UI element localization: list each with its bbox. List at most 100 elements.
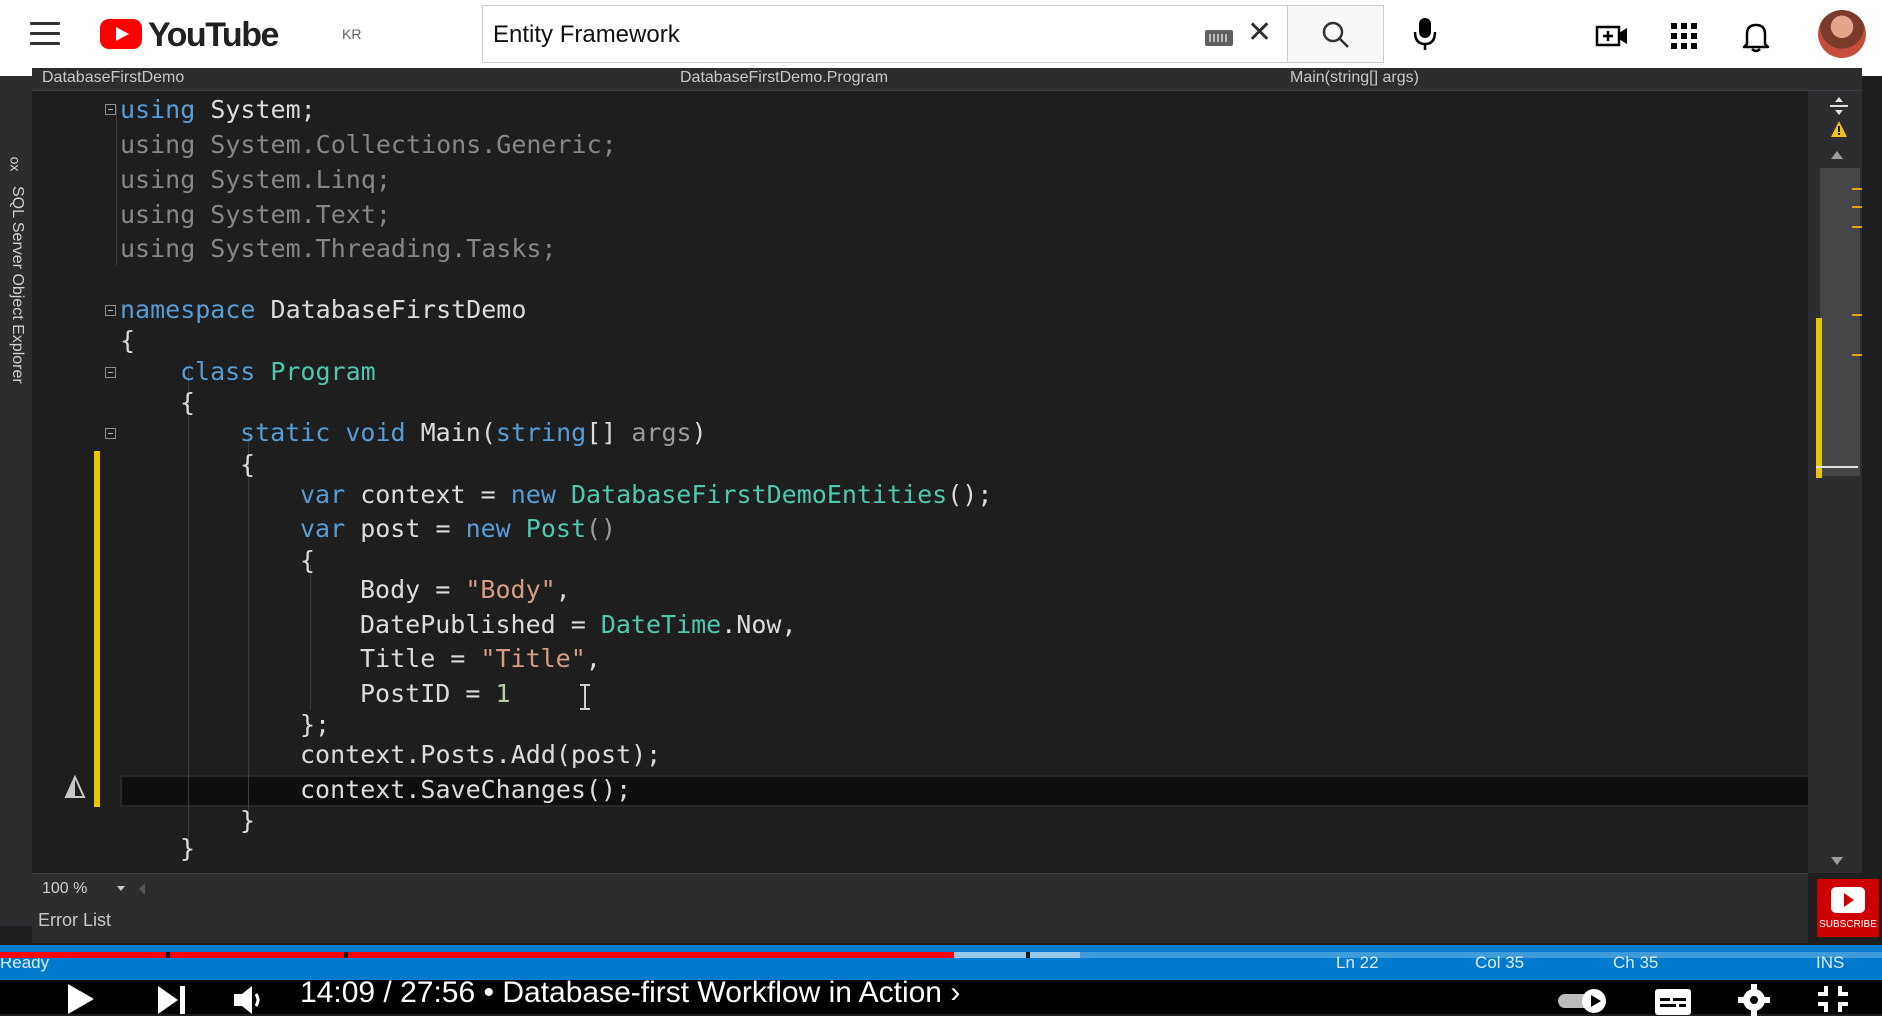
youtube-header: YouTube KR Entity Framework ✕ bbox=[0, 0, 1882, 76]
text-cursor-icon bbox=[580, 684, 590, 710]
volume-icon[interactable] bbox=[232, 984, 266, 1014]
code-text: { bbox=[120, 326, 136, 355]
code-line-9: { bbox=[180, 388, 195, 418]
mic-icon[interactable] bbox=[1412, 16, 1438, 52]
scrollbar-annotation bbox=[1852, 188, 1862, 190]
chapter-title[interactable]: Database-first Workflow in Action bbox=[502, 976, 942, 1009]
warning-icon bbox=[1831, 121, 1847, 137]
indent-guide bbox=[188, 368, 189, 848]
fold-toggle[interactable] bbox=[105, 428, 116, 439]
subscribe-label: SUBSCRIBE bbox=[1819, 919, 1877, 930]
code-text: }; bbox=[300, 710, 331, 739]
indent-guide bbox=[116, 105, 117, 265]
code-text: , bbox=[555, 575, 571, 604]
fold-toggle[interactable] bbox=[105, 104, 116, 115]
side-panel-strip: ox SQL Server Object Explorer bbox=[0, 76, 32, 926]
error-list-label: Error List bbox=[38, 910, 112, 930]
string-literal: "Title" bbox=[480, 644, 586, 673]
code-text: context.Posts.Add(post); bbox=[300, 740, 662, 769]
keyboard-icon[interactable] bbox=[1205, 30, 1233, 46]
code-line-19: }; bbox=[300, 710, 330, 740]
sql-server-object-explorer-tab[interactable]: SQL Server Object Explorer bbox=[8, 186, 26, 384]
code-line-8: class Program bbox=[180, 357, 376, 387]
code-line-22: } bbox=[240, 806, 255, 836]
code-text: , bbox=[585, 644, 601, 673]
fold-toggle[interactable] bbox=[105, 305, 116, 316]
scroll-left-icon[interactable] bbox=[138, 882, 146, 896]
chevron-down-icon[interactable] bbox=[116, 885, 126, 893]
keyword: new bbox=[465, 514, 511, 543]
search-button[interactable] bbox=[1288, 5, 1384, 63]
code-text: { bbox=[300, 546, 316, 575]
code-line-17: Title = "Title", bbox=[360, 644, 601, 674]
class-dropdown[interactable]: DatabaseFirstDemo.Program bbox=[680, 69, 888, 87]
member-dropdown[interactable]: Main(string[] args) bbox=[1290, 69, 1419, 87]
scrollbar-annotation bbox=[1852, 226, 1862, 228]
code-text: using System.Threading.Tasks; bbox=[120, 234, 557, 263]
time-display: 14:09 / 27:56 • Database-first Workflow … bbox=[300, 976, 961, 1009]
type-name: Post bbox=[510, 514, 586, 543]
fullscreen-exit-icon[interactable] bbox=[1816, 984, 1850, 1014]
quick-actions-icon[interactable] bbox=[64, 775, 86, 801]
code-line-20: context.Posts.Add(post); bbox=[300, 740, 661, 770]
apps-icon[interactable] bbox=[1666, 18, 1702, 54]
editor-bottom-bar: 100 % bbox=[32, 873, 1808, 904]
keyword: var bbox=[300, 514, 346, 543]
youtube-play-icon bbox=[1831, 887, 1865, 913]
code-line-10: static void Main(string[] args) bbox=[240, 418, 707, 448]
time-current: 14:09 bbox=[300, 976, 376, 1009]
code-line-1: using System; bbox=[120, 95, 316, 125]
fold-toggle[interactable] bbox=[105, 367, 116, 378]
code-text: } bbox=[240, 806, 256, 835]
string-literal: "Body" bbox=[465, 575, 556, 604]
code-text: DatePublished = bbox=[360, 610, 601, 639]
scroll-down-icon[interactable] bbox=[1830, 856, 1844, 866]
scrollbar-thumb[interactable] bbox=[1820, 168, 1860, 476]
notifications-icon[interactable] bbox=[1738, 18, 1774, 54]
code-text: () bbox=[586, 514, 617, 543]
subtitles-icon[interactable] bbox=[1654, 988, 1692, 1016]
scrollbar-caret-marker bbox=[1816, 466, 1858, 468]
number-literal: 1 bbox=[495, 679, 511, 708]
chapter-marker bbox=[166, 952, 170, 958]
menu-icon[interactable] bbox=[30, 22, 60, 46]
next-icon[interactable] bbox=[156, 984, 188, 1014]
clear-icon[interactable]: ✕ bbox=[1247, 18, 1272, 48]
keyword: string bbox=[495, 418, 587, 447]
code-text: ) bbox=[691, 418, 707, 447]
indent-guide bbox=[310, 565, 311, 710]
toolbox-tab-fragment[interactable]: ox bbox=[7, 157, 23, 172]
time-total: 27:56 bbox=[400, 976, 476, 1009]
project-dropdown[interactable]: DatabaseFirstDemo bbox=[42, 69, 184, 87]
code-text: } bbox=[180, 834, 196, 863]
code-line-6: namespace DatabaseFirstDemo bbox=[120, 295, 526, 325]
subscribe-button[interactable]: SUBSCRIBE bbox=[1817, 879, 1879, 937]
code-line-5: using System.Threading.Tasks; bbox=[120, 234, 557, 264]
code-line-4: using System.Text; bbox=[120, 200, 391, 230]
code-text: context = bbox=[345, 480, 511, 509]
zoom-level[interactable]: 100 % bbox=[42, 880, 87, 898]
split-window-icon[interactable] bbox=[1828, 96, 1850, 116]
code-line-18: PostID = 1 bbox=[360, 679, 511, 709]
keyword: var bbox=[300, 480, 346, 509]
parameter-name: args bbox=[631, 418, 692, 447]
play-icon[interactable] bbox=[64, 982, 96, 1014]
chapter-marker bbox=[344, 952, 348, 958]
error-list-tab[interactable]: Error List bbox=[32, 903, 1808, 943]
code-line-7: { bbox=[120, 326, 135, 356]
code-text: post = bbox=[345, 514, 466, 543]
scrollbar-annotation bbox=[1852, 206, 1862, 208]
create-video-icon[interactable] bbox=[1594, 18, 1630, 54]
settings-gear-icon[interactable] bbox=[1738, 984, 1770, 1016]
scrollbar-annotation bbox=[1852, 354, 1862, 356]
avatar[interactable] bbox=[1818, 10, 1866, 58]
code-line-21: context.SaveChanges(); bbox=[300, 775, 631, 805]
code-text: DatabaseFirstDemo bbox=[255, 295, 527, 324]
indent-guide bbox=[248, 430, 249, 815]
code-text: (); bbox=[947, 480, 993, 509]
scroll-up-icon[interactable] bbox=[1830, 150, 1844, 160]
scrollbar-change-marker bbox=[1816, 318, 1822, 478]
search-input[interactable]: Entity Framework ✕ bbox=[482, 5, 1288, 63]
autoplay-toggle[interactable] bbox=[1556, 988, 1612, 1014]
code-line-23: } bbox=[180, 834, 195, 864]
